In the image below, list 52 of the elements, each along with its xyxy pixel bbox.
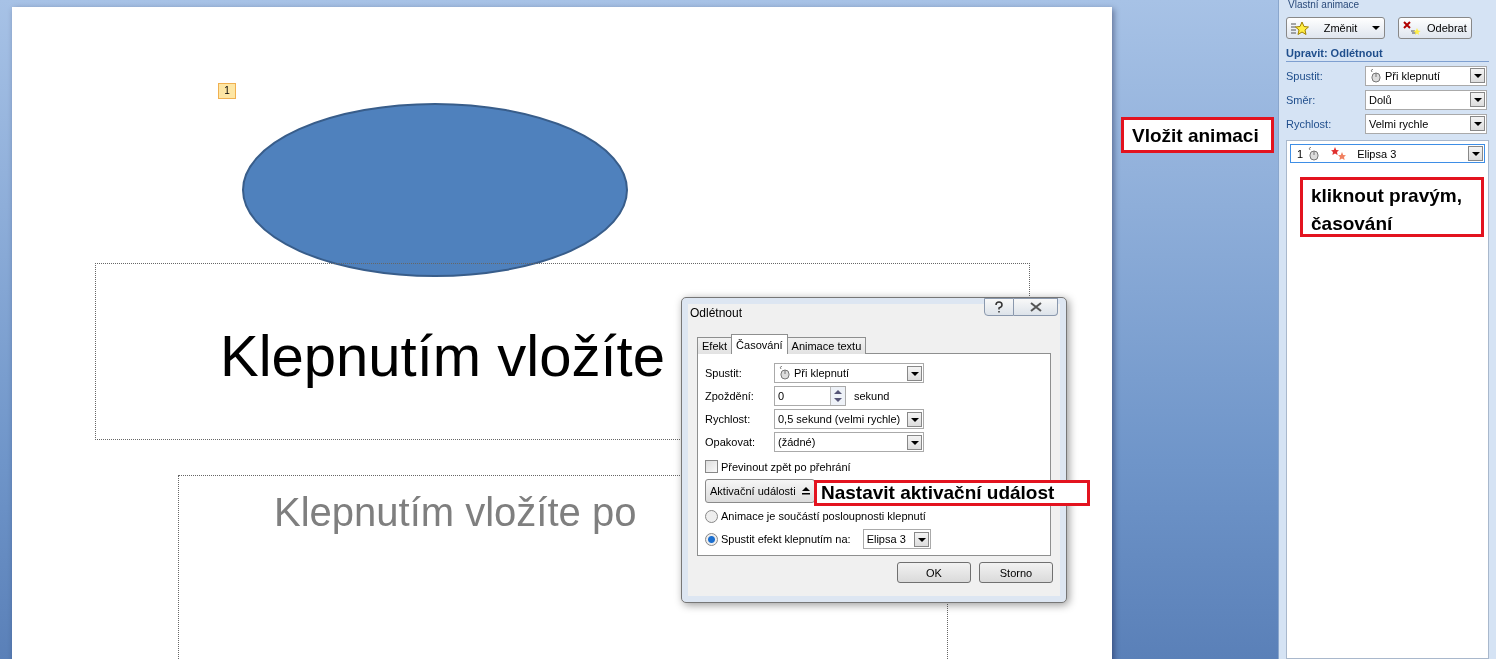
- ellipse-shape[interactable]: [240, 100, 630, 280]
- radio-label: Spustit efekt klepnutím na:: [721, 533, 851, 545]
- radio-button[interactable]: [705, 509, 718, 523]
- radio-button[interactable]: [705, 532, 718, 546]
- cancel-button[interactable]: Storno: [979, 562, 1053, 583]
- window-title: Odlétnout: [690, 305, 743, 320]
- dropdown[interactable]: 0,5 sekund (velmi rychle): [774, 409, 924, 429]
- mouse-icon: [778, 366, 790, 380]
- tab[interactable]: Časování: [731, 334, 788, 354]
- tab[interactable]: Efekt: [697, 337, 733, 354]
- checkbox[interactable]: [705, 460, 718, 473]
- dropdown[interactable]: Při klepnutí: [774, 363, 924, 383]
- annotation-callout: kliknout pravým, časování: [1300, 177, 1484, 237]
- field-label: Spustit:: [1286, 69, 1324, 82]
- remove-button[interactable]: Odebrat: [1398, 17, 1472, 39]
- mouse-icon: [1369, 68, 1381, 83]
- section-heading: Upravit: Odlétnout: [1286, 47, 1489, 62]
- unit-label: sekund: [854, 390, 890, 402]
- annotation-callout: Nastavit aktivační událost: [814, 480, 1090, 506]
- number-field[interactable]: 0: [774, 386, 846, 406]
- close-icon: [1029, 302, 1042, 312]
- dropdown[interactable]: Velmi rychle: [1365, 113, 1487, 134]
- mouse-icon: [1307, 146, 1320, 161]
- help-button[interactable]: [984, 298, 1014, 316]
- field-label: Směr:: [1286, 93, 1317, 106]
- annotation-callout: Vložit animaci: [1121, 117, 1274, 153]
- dropdown-arrow-icon: [1372, 26, 1380, 30]
- triggers-button[interactable]: Aktivační události: [705, 479, 815, 503]
- dropdown[interactable]: (žádné): [774, 432, 924, 452]
- dropdown[interactable]: Při klepnutí: [1365, 65, 1487, 86]
- animation-list-item[interactable]: 1 Elipsa 3: [1290, 144, 1485, 163]
- dropdown[interactable]: Dolů: [1365, 89, 1487, 110]
- remove-icon: [1403, 21, 1421, 35]
- ok-button[interactable]: OK: [897, 562, 971, 583]
- field-label: Spustit:: [705, 367, 743, 379]
- change-button[interactable]: Změnit: [1286, 17, 1385, 39]
- subtitle-placeholder-text: Klepnutím vložíte po: [274, 490, 637, 535]
- field-label: Rychlost:: [1286, 117, 1333, 130]
- title-placeholder-text: Klepnutím vložíte: [220, 322, 665, 389]
- dropdown[interactable]: Elipsa 3: [862, 529, 931, 549]
- star-icon: [1291, 21, 1309, 35]
- spinner-arrows-icon[interactable]: [830, 387, 845, 405]
- animation-number-tag: 1: [218, 83, 236, 99]
- up-arrow-icon: [801, 487, 810, 498]
- tab[interactable]: Animace textu: [786, 337, 867, 354]
- close-button[interactable]: [1014, 298, 1058, 316]
- radio-label: Animace je součástí posloupnosti klepnutí: [721, 510, 926, 522]
- pane-title: Vlastní animace: [1288, 0, 1360, 10]
- field-label: Zpoždění:: [705, 390, 755, 402]
- help-icon: [994, 301, 1004, 313]
- field-label: Rychlost:: [705, 413, 752, 425]
- checkbox-label: Převinout zpět po přehrání: [721, 460, 851, 473]
